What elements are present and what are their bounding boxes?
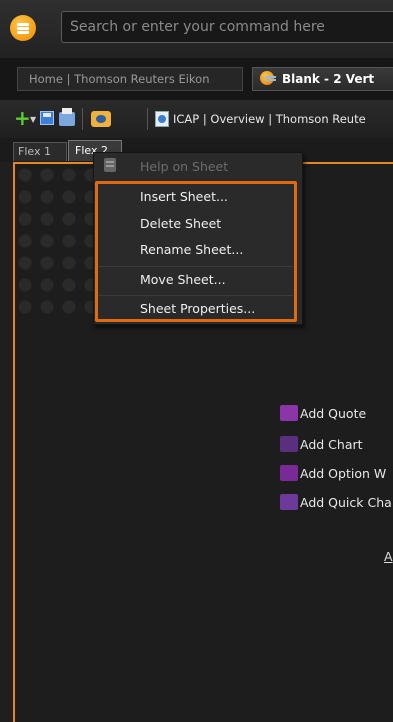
- chart-icon: [280, 436, 298, 452]
- chevron-down-icon[interactable]: ▼: [30, 110, 38, 128]
- option-icon: [280, 465, 298, 481]
- sheet-tab-flex1[interactable]: Flex 1: [13, 142, 67, 161]
- save-icon[interactable]: [40, 111, 54, 125]
- eikon-logo-icon[interactable]: [10, 15, 36, 41]
- link-icon[interactable]: [91, 111, 111, 127]
- workspace-icon: [260, 71, 276, 85]
- tab-blank[interactable]: Blank - 2 Vert: [252, 67, 393, 91]
- add-quick-chart-button[interactable]: Add Quick Cha: [280, 494, 392, 512]
- print-icon[interactable]: [59, 108, 75, 126]
- add-chart-label: Add Chart: [300, 437, 363, 452]
- toolbar-divider: [147, 108, 148, 130]
- help-icon: [104, 158, 116, 172]
- add-quick-chart-label: Add Quick Cha: [300, 495, 392, 510]
- toolbar-page-title[interactable]: ICAP | Overview | Thomson Reute: [173, 110, 366, 128]
- menu-item-help-on-sheet: Help on Sheet: [140, 159, 229, 174]
- add-option-button[interactable]: Add Option W: [280, 465, 386, 483]
- add-quote-label: Add Quote: [300, 406, 367, 421]
- add-option-label: Add Option W: [300, 466, 387, 481]
- tab-blank-label: Blank - 2 Vert: [282, 72, 375, 86]
- search-input[interactable]: Search or enter your command here: [61, 11, 393, 43]
- add-chart-button[interactable]: Add Chart: [280, 436, 363, 454]
- add-quote-button[interactable]: Add Quote: [280, 405, 366, 423]
- page-icon: [155, 111, 169, 127]
- add-icon[interactable]: +: [14, 108, 31, 128]
- tab-home[interactable]: Home | Thomson Reuters Eikon: [17, 67, 243, 91]
- toolbar-divider: [82, 108, 83, 130]
- quick-chart-icon: [280, 494, 298, 510]
- quote-icon: [280, 405, 298, 421]
- partial-link[interactable]: A: [384, 549, 393, 564]
- highlight-box: [95, 181, 297, 322]
